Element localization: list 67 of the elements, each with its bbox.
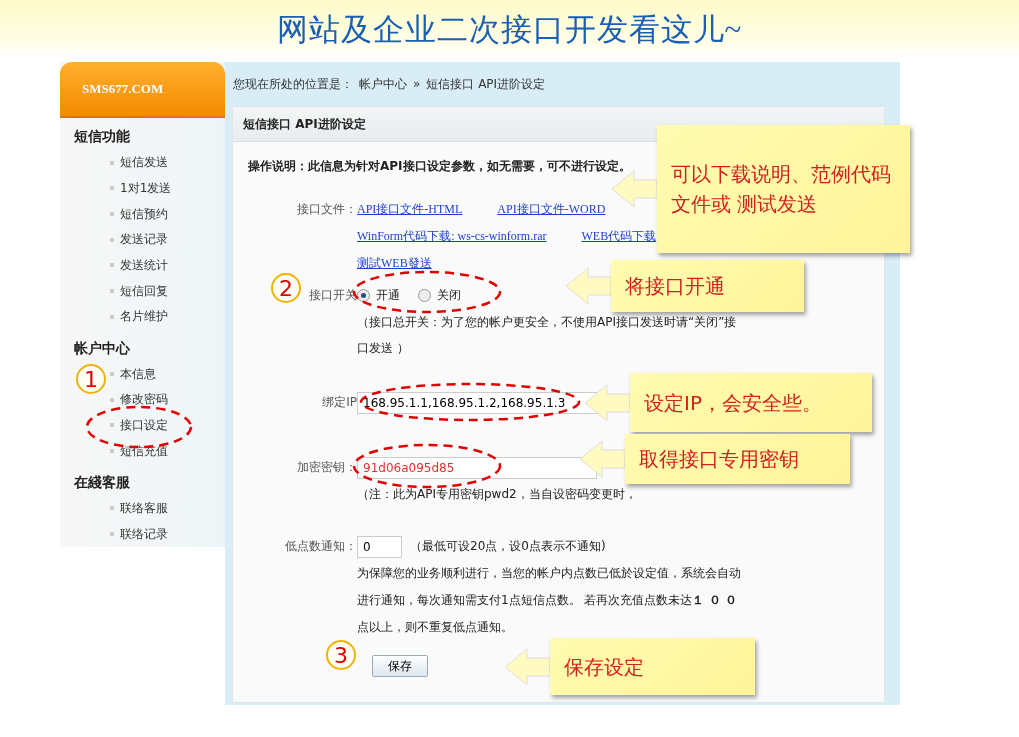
callout-box: 设定IP，会安全些。 [630, 373, 872, 432]
description-text: 为保障您的业务顺利进行，当您的帐户内点数已低於设定值，系统会自动进行通知，每次通知需支付1点短信点数。 若再次充值点数未达１ ０ ０点以上，则不重复低点通知。 [357, 565, 742, 636]
bullet-icon [110, 449, 114, 454]
radio-button[interactable] [418, 289, 431, 302]
download-link[interactable]: API接口文件-WORD [497, 196, 606, 223]
hint-text: （最低可设20点，设0点表示不通知) [410, 538, 606, 555]
bullet-icon [110, 289, 114, 294]
sidebar-link[interactable]: 接口设定 [120, 416, 168, 434]
radio-button[interactable] [357, 289, 370, 302]
sidebar-link[interactable]: 联络记录 [120, 525, 168, 543]
callout-box: 取得接口专用密钥 [625, 434, 850, 484]
save-button[interactable]: 保存 [372, 655, 428, 677]
sidebar-link[interactable]: 发送记录 [120, 231, 168, 249]
sidebar-heading: 在綫客服 [73, 472, 131, 492]
breadcrumb-item: 短信接口 API进阶设定 [426, 75, 546, 93]
sidebar-link[interactable]: 1对1发送 [120, 180, 172, 197]
breadcrumb-separator: » [413, 77, 421, 91]
callout-box: 将接口开通 [611, 260, 804, 312]
bullet-icon [110, 397, 114, 402]
download-link[interactable]: WEB代码下载 [581, 223, 657, 250]
note-text: （接口总开关：为了您的帐户更安全，不使用API接口发送时请“关闭”接口发送 ） [357, 314, 738, 357]
sidebar-heading: 短信功能 [73, 127, 131, 147]
radio-label: 关闭 [437, 287, 461, 304]
callout-arrow-icon [566, 266, 611, 306]
bullet-icon [110, 186, 114, 191]
bullet-icon [110, 314, 114, 319]
field-label: 接口文件： [297, 202, 357, 216]
field-label: 加密密钥： [297, 460, 357, 474]
breadcrumb-item: 帐户中心 [359, 75, 407, 93]
download-link[interactable]: API接口文件-HTML [357, 196, 463, 223]
panel-title: 短信接口 API进阶设定 [243, 115, 366, 133]
field-label: 接口开关 [309, 288, 357, 302]
note-text: （注：此为API专用密钥pwd2，当自设密码变更时， [357, 486, 637, 503]
field-label: 低点数通知： [285, 539, 357, 553]
radio-label: 开通 [376, 287, 400, 304]
bullet-icon [110, 237, 114, 242]
sidebar-link[interactable]: 短信发送 [120, 154, 168, 172]
sidebar-link[interactable]: 短信预约 [120, 205, 168, 223]
sidebar-link[interactable]: 发送统计 [120, 256, 168, 274]
sidebar-link[interactable]: 名片维护 [120, 308, 168, 326]
breadcrumb-prefix: 您现在所处的位置是： [233, 75, 353, 93]
bullet-icon [110, 212, 114, 217]
sidebar-link[interactable]: 修改密码 [120, 391, 168, 409]
download-link[interactable]: WinForm代码下载: ws-cs-winform.rar [357, 223, 547, 250]
bullet-icon [110, 372, 114, 377]
callout-box: 保存设定 [550, 638, 755, 695]
sidebar-link[interactable]: 本信息 [120, 365, 156, 383]
slide-title: 网站及企业二次接口开发看这儿~ [276, 11, 743, 49]
bullet-icon [110, 532, 114, 537]
callout-arrow-icon [585, 382, 630, 423]
bullet-icon [110, 160, 114, 165]
logo-text: SMS677.COM [82, 81, 164, 98]
instructions-text: 操作说明：此信息为针对API接口设定参数，如无需要，可不进行设定。 [248, 158, 631, 175]
bullet-icon [110, 506, 114, 511]
sidebar-link[interactable]: 联络客服 [120, 500, 168, 517]
sidebar-link[interactable]: 短信回复 [120, 282, 168, 300]
callout-box: 可以下载说明、范例代码文件或 测试发送 [657, 125, 910, 253]
callout-arrow-icon [580, 439, 625, 479]
download-link[interactable]: 测試WEB發送 [357, 250, 432, 277]
callout-arrow-icon [505, 646, 550, 687]
field-label: 绑定IP [322, 395, 357, 409]
bullet-icon [110, 263, 114, 268]
input-field[interactable]: 168.95.1.1,168.95.1.2,168.95.1.3 [357, 391, 597, 414]
bullet-icon [110, 423, 114, 428]
input-field[interactable]: 91d06a095d85 [357, 456, 597, 479]
input-field[interactable]: 0 [357, 535, 402, 558]
sidebar-heading: 帐户中心 [73, 338, 131, 358]
